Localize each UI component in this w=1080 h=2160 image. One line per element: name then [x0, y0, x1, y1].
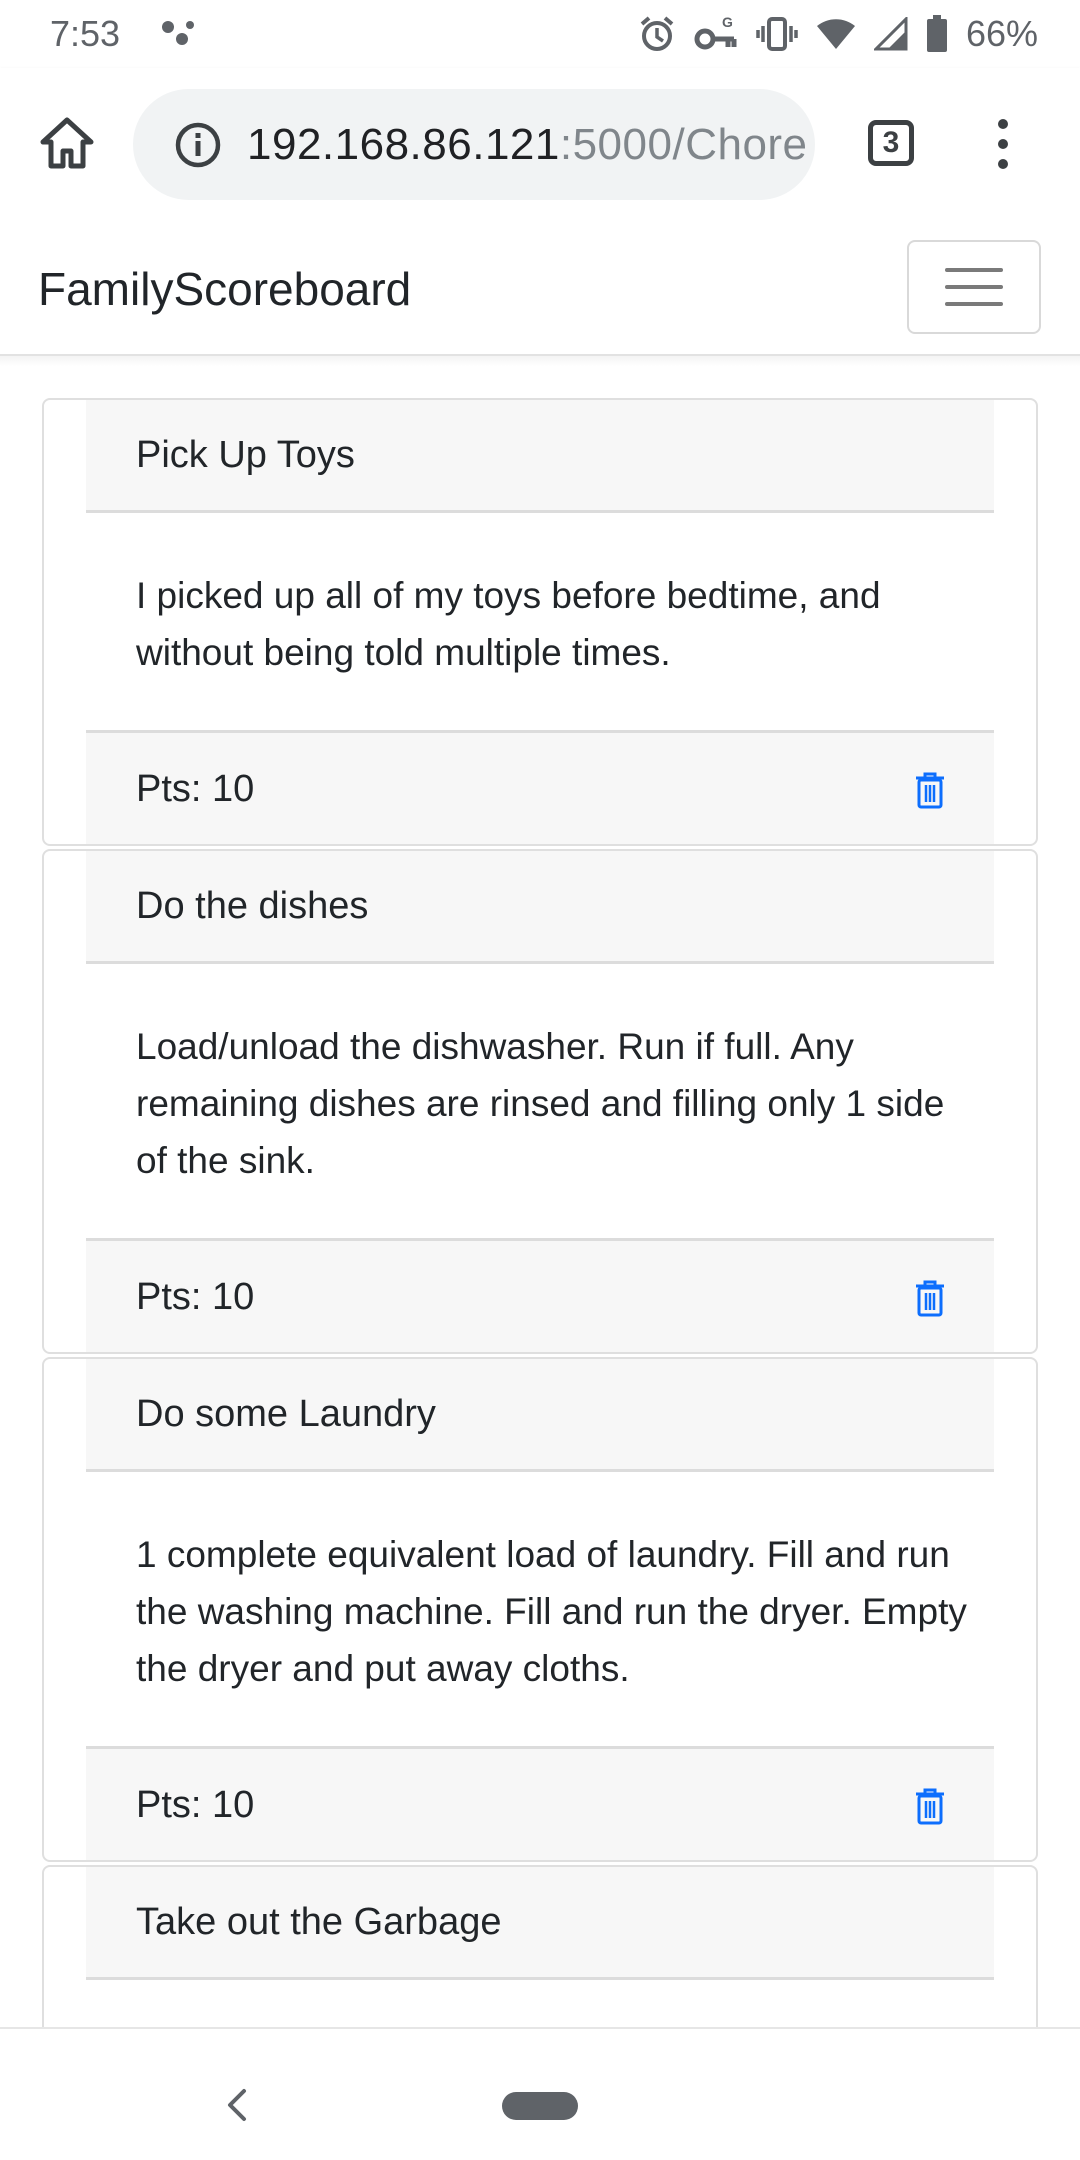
chore-description: I picked up all of my toys before bedtim…: [136, 575, 881, 673]
chore-title: Do some Laundry: [86, 1359, 994, 1472]
site-navbar: FamilyScoreboard: [0, 220, 1080, 356]
brand-link[interactable]: FamilyScoreboard: [38, 262, 411, 316]
chore-description: 1 complete equivalent load of laundry. F…: [136, 1534, 967, 1689]
hamburger-icon-line: [945, 268, 1003, 272]
trash-icon[interactable]: [914, 771, 946, 809]
hamburger-icon-line: [945, 285, 1003, 289]
chore-title: Take out the Garbage: [86, 1867, 994, 1980]
chore-card: Do the dishes Load/unload the dishwasher…: [42, 849, 1038, 1354]
chore-title: Pick Up Toys: [86, 400, 994, 513]
chore-points: Pts: 10: [136, 1276, 255, 1318]
chore-title: Do the dishes: [86, 851, 994, 964]
chore-footer: Pts: 10: [86, 1238, 994, 1352]
chore-points: Pts: 10: [136, 1784, 255, 1826]
home-gesture-pill[interactable]: [502, 2092, 578, 2120]
chore-description: Load/unload the dishwasher. Run if full.…: [136, 1026, 945, 1181]
chore-points: Pts: 10: [136, 768, 255, 810]
trash-icon[interactable]: [914, 1279, 946, 1317]
hamburger-icon-line: [945, 302, 1003, 306]
chore-card: Do some Laundry 1 complete equivalent lo…: [42, 1357, 1038, 1862]
system-navigation-bar: [0, 2027, 1080, 2160]
trash-icon[interactable]: [914, 1787, 946, 1825]
back-icon[interactable]: [226, 2087, 248, 2123]
chore-card: Pick Up Toys I picked up all of my toys …: [42, 398, 1038, 846]
navbar-shadow: [0, 356, 1080, 366]
chore-footer: Pts: 10: [86, 730, 994, 844]
menu-toggle-button[interactable]: [907, 240, 1041, 334]
chore-footer: Pts: 10: [86, 1746, 994, 1860]
chore-card: Take out the Garbage: [42, 1865, 1038, 2027]
